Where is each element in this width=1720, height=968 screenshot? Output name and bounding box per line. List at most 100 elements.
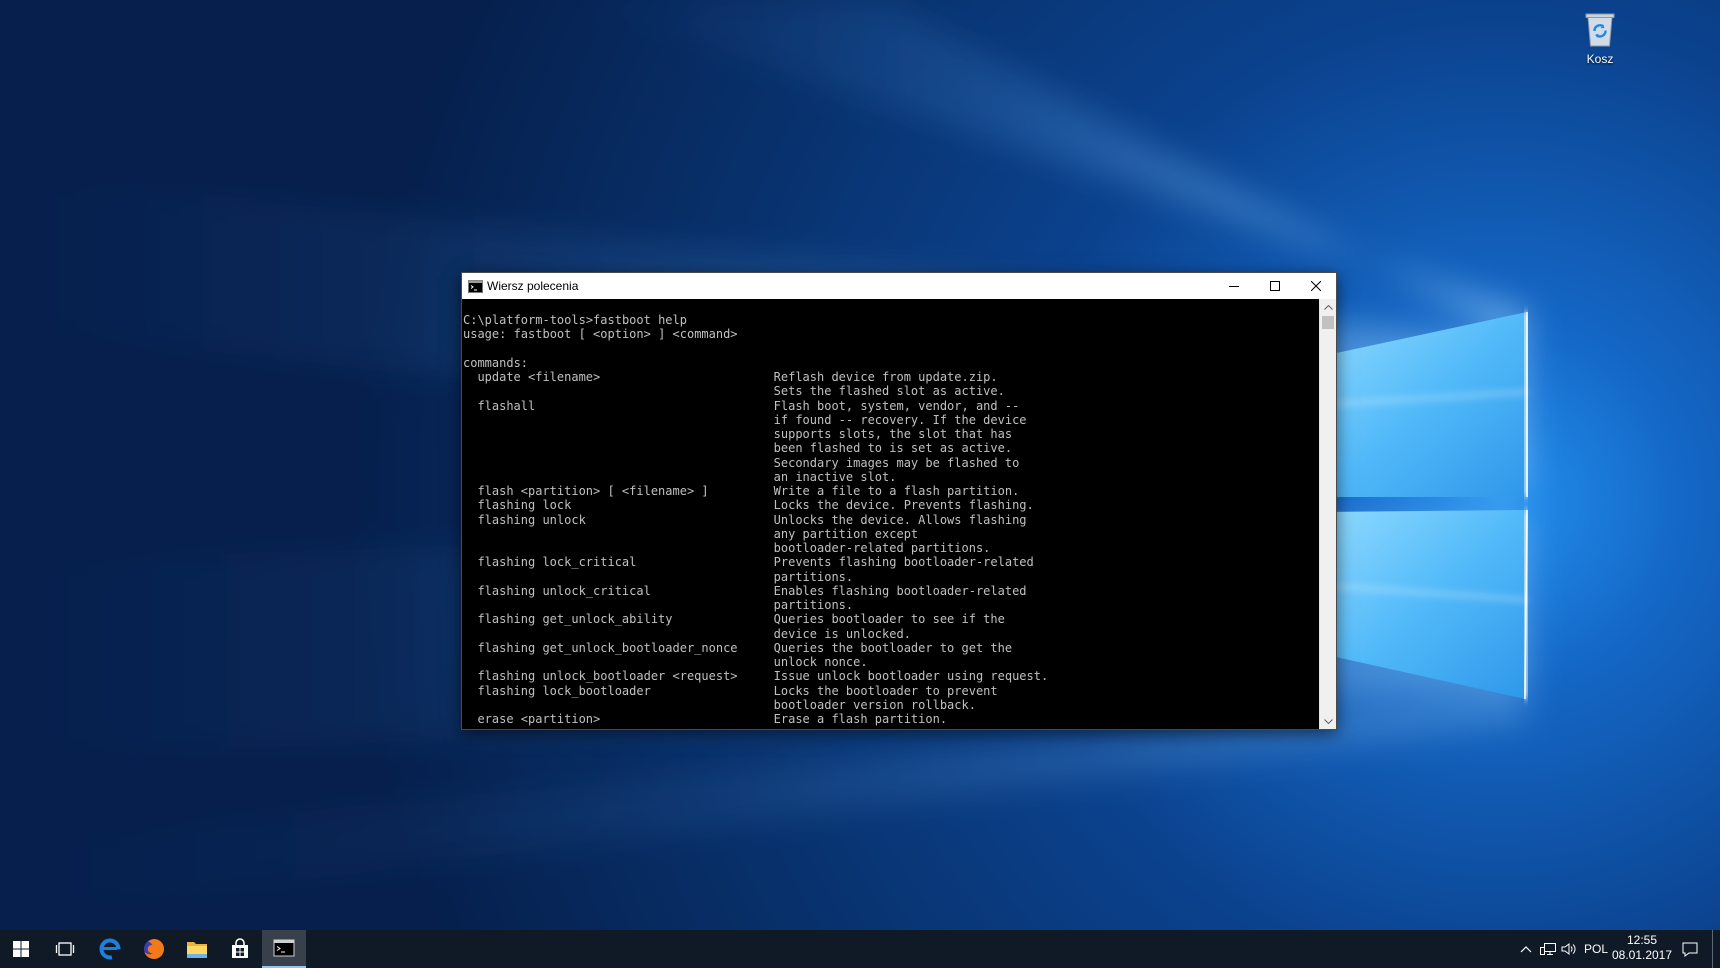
taskbar: POL 12:55 08.01.2017 (0, 930, 1720, 968)
console-command-row: flashing unlock_bootloader <request> Issu… (463, 669, 1319, 683)
console-command-continuation-row: if found -- recovery. If the device (463, 413, 1319, 427)
console-command-row: flash <partition> [ <filename> ] Write a … (463, 484, 1319, 498)
console-output[interactable]: C:\platform-tools>fastboot help usage: f… (462, 299, 1319, 729)
taskbar-file-explorer-button[interactable] (175, 930, 218, 968)
recycle-bin-icon (1585, 13, 1615, 47)
taskbar-firefox-button[interactable] (132, 930, 175, 968)
console-command-name: flashing lock_critical (477, 555, 637, 570)
command-prompt-icon (468, 280, 483, 293)
console-command-description: Flash boot, system, vendor, and -- (773, 398, 1020, 413)
console-command-description: supports slots, the slot that has (773, 427, 1013, 441)
console-command-name: flashing get_unlock_bootloader_nonce (477, 640, 738, 655)
console-command-description: partitions. (773, 598, 854, 612)
start-button[interactable] (0, 930, 42, 968)
taskbar-store-button[interactable] (218, 930, 261, 968)
file-explorer-icon (186, 942, 207, 958)
console-command-description: bootloader-related partitions. (773, 541, 991, 555)
console-command-row: flashing unlock_critical Enables flashing… (463, 584, 1319, 598)
console-command-row: erase <partition> Erase a flash partition… (463, 712, 1319, 726)
console-command-description: Queries bootloader to see if the (773, 612, 1005, 627)
window-title: Wiersz polecenia (487, 279, 579, 293)
minimize-button[interactable] (1213, 273, 1254, 299)
store-icon (231, 938, 248, 958)
console-command-continuation-row: bootloader-related partitions. (463, 541, 1319, 555)
scroll-down-button[interactable] (1320, 713, 1336, 729)
network-icon (1540, 943, 1556, 955)
console-command-name: erase <partition> (477, 712, 601, 726)
taskbar-command-prompt-button[interactable] (262, 930, 306, 968)
scrollbar-thumb[interactable] (1322, 316, 1334, 329)
action-center-button[interactable] (1678, 930, 1702, 968)
console-command-description: Enables flashing bootloader-related (773, 583, 1027, 598)
console-command-description: any partition except (773, 526, 919, 541)
console-command-continuation-row: partitions. (463, 598, 1319, 612)
console-command-continuation-row: an inactive slot. (463, 470, 1319, 484)
clock-time: 12:55 (1626, 933, 1658, 947)
network-button[interactable] (1537, 930, 1559, 968)
console-command-description: Sets the flashed slot as active. (773, 384, 1005, 399)
console-command-continuation-row: bootloader version rollback. (463, 698, 1319, 712)
maximize-button[interactable] (1254, 273, 1295, 299)
command-prompt-window[interactable]: Wiersz polecenia C:\platform-tools>fastb… (461, 272, 1337, 730)
console-command-row: flashing lock_critical Prevents flashing … (463, 555, 1319, 569)
console-command-row: flashing lock Locks the device. Prevents … (463, 498, 1319, 512)
console-command-name: flashing unlock_bootloader <request> (477, 669, 738, 684)
console-command-name: flashing lock_bootloader (477, 683, 651, 698)
console-body[interactable]: C:\platform-tools>fastboot help usage: f… (462, 299, 1336, 729)
console-command-continuation-row: any partition except (463, 527, 1319, 541)
maximize-icon (1269, 281, 1280, 291)
console-command-description: Unlocks the device. Allows flashing (773, 512, 1027, 527)
console-command-name: flashing lock (477, 498, 572, 513)
show-hidden-icons-button[interactable] (1515, 930, 1537, 968)
console-command-description: Write a file to a flash partition. (773, 484, 1020, 498)
console-usage-line: usage: fastboot [ <option> ] <command> (463, 327, 738, 342)
desktop-icon-label: Kosz (1586, 52, 1614, 66)
console-command-name: flashing unlock (477, 512, 586, 527)
console-command-continuation-row: Secondary images may be flashed to (463, 456, 1319, 470)
chevron-up-icon (1323, 304, 1333, 310)
console-command-row: flashing unlock Unlocks the device. Allow… (463, 513, 1319, 527)
console-command-continuation-row: been flashed to is set as active. (463, 441, 1319, 455)
console-command-description: Prevents flashing bootloader-related (773, 555, 1034, 570)
console-command-description: Queries the bootloader to get the (773, 640, 1013, 655)
console-command-continuation-row: unlock nonce. (463, 655, 1319, 669)
console-command-description: an inactive slot. (773, 469, 897, 484)
console-command-description: Secondary images may be flashed to (773, 455, 1020, 470)
console-command-row: flashing lock_bootloader Locks the bootlo… (463, 684, 1319, 698)
console-command-description: Locks the device. Prevents flashing. (773, 498, 1034, 513)
show-desktop-button[interactable] (1712, 930, 1720, 968)
console-command-description: Issue unlock bootloader using request. (773, 669, 1049, 684)
console-command-name: flash <partition> [ <filename> ] (477, 484, 709, 498)
console-command-description: bootloader version rollback. (773, 697, 976, 712)
window-titlebar[interactable]: Wiersz polecenia (462, 273, 1336, 299)
action-center-icon (1682, 942, 1698, 957)
scroll-up-button[interactable] (1320, 299, 1336, 315)
console-command-description: device is unlocked. (773, 626, 911, 641)
clock-date: 08.01.2017 (1611, 948, 1673, 962)
console-command-description: if found -- recovery. If the device (773, 412, 1027, 427)
console-command-row: flashing get_unlock_ability Queries bootl… (463, 612, 1319, 626)
console-command-description: unlock nonce. (773, 655, 868, 669)
firefox-icon (143, 939, 164, 959)
console-command-description: Erase a flash partition. (773, 712, 948, 726)
vertical-scrollbar[interactable] (1319, 299, 1336, 729)
console-command-continuation-row: partitions. (463, 570, 1319, 584)
taskbar-clock[interactable]: 12:55 08.01.2017 (1606, 933, 1678, 965)
minimize-icon (1228, 286, 1239, 287)
close-button[interactable] (1295, 273, 1336, 299)
chevron-down-icon (1323, 718, 1333, 724)
console-command-list: update <filename> Reflash device from upd… (463, 370, 1319, 726)
console-command-description: Locks the bootloader to prevent (773, 683, 998, 698)
console-command-continuation-row: device is unlocked. (463, 627, 1319, 641)
taskbar-edge-button[interactable] (88, 930, 131, 968)
desktop-icon-recycle-bin[interactable]: Kosz (1570, 4, 1630, 70)
windows-start-icon (13, 941, 29, 957)
close-icon (1310, 281, 1321, 291)
console-command-description: been flashed to is set as active. (773, 441, 1013, 456)
chevron-up-icon (1520, 946, 1532, 953)
console-command-continuation-row: Sets the flashed slot as active. (463, 384, 1319, 398)
volume-button[interactable] (1558, 930, 1580, 968)
task-view-button[interactable] (43, 930, 86, 968)
console-command-description: Reflash device from update.zip. (773, 370, 998, 384)
